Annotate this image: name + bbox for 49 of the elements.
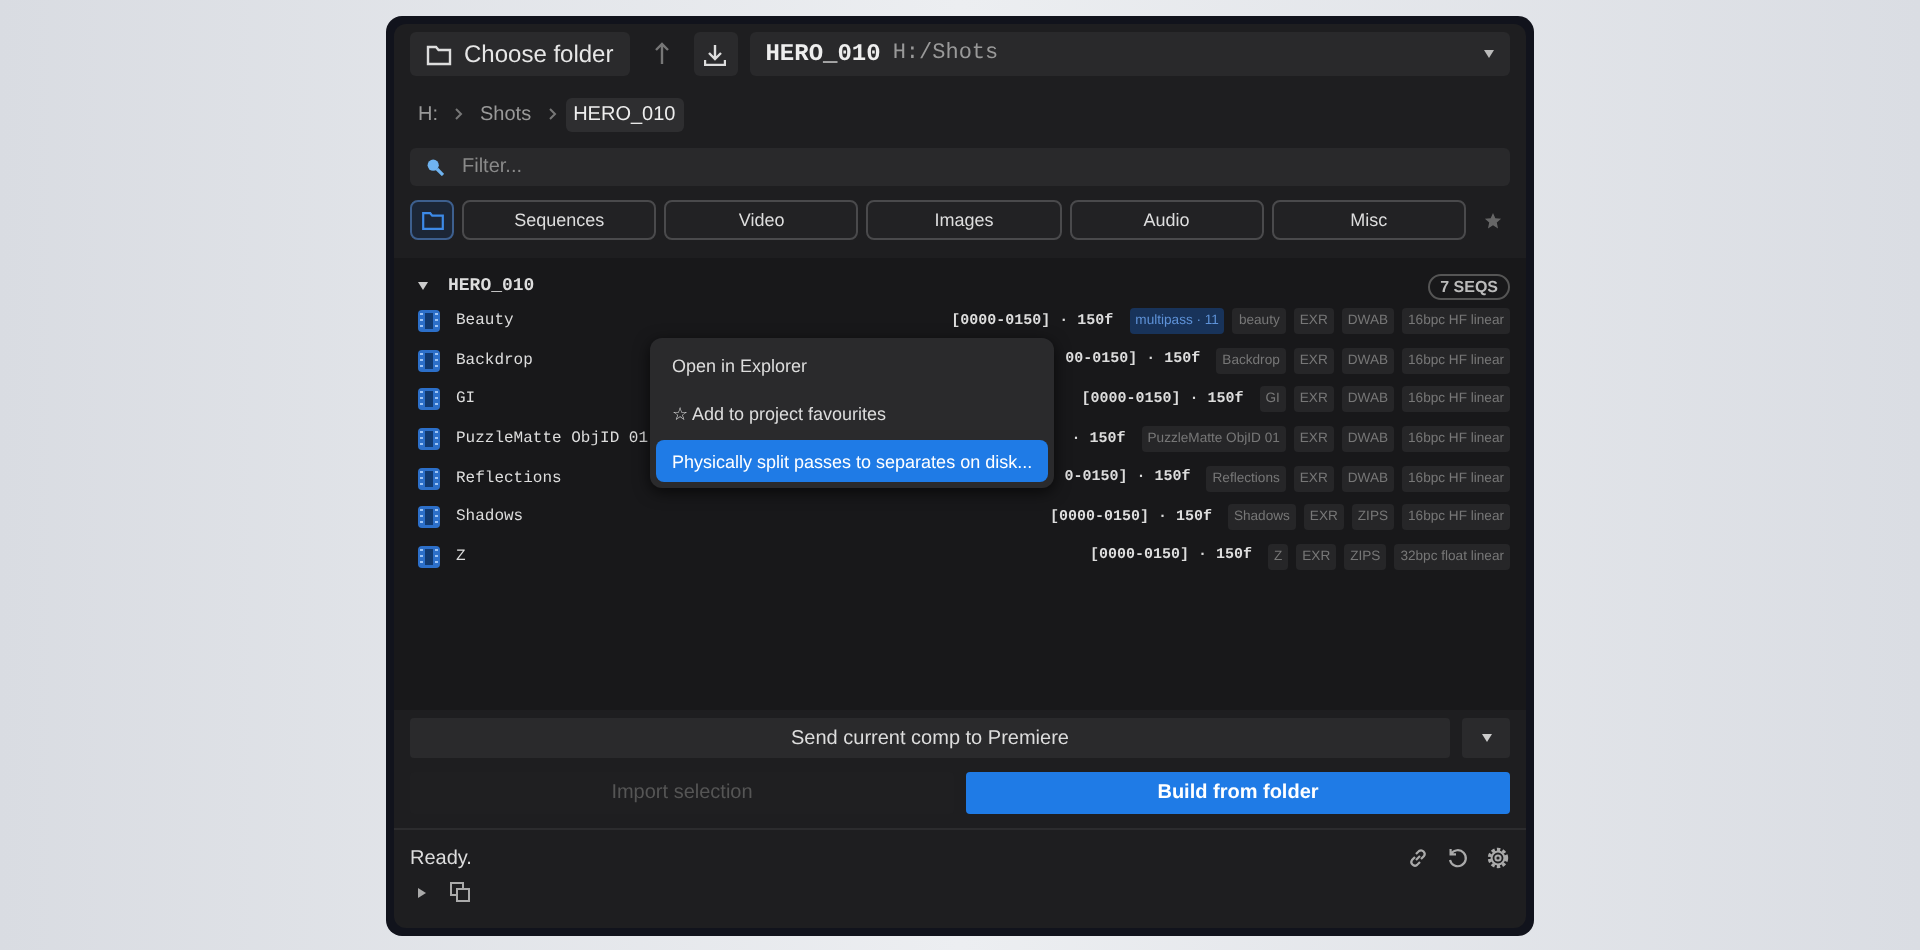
choose-folder-button[interactable]: Choose folder [410, 32, 630, 76]
folder-filter-button[interactable] [410, 200, 454, 240]
filter-field[interactable]: Filter... [410, 148, 1510, 186]
sequence-name[interactable]: GI [456, 390, 476, 409]
film-icon [418, 428, 440, 451]
breadcrumb-item[interactable]: HERO_010 [565, 97, 684, 131]
link-icon[interactable] [1406, 846, 1430, 870]
breadcrumb-item[interactable]: H: [410, 97, 446, 131]
search-icon [426, 158, 444, 176]
path-dropdown[interactable]: HERO_010 H:/Shots [749, 32, 1510, 76]
chevron-icon [547, 108, 558, 120]
sequence-name[interactable]: Shadows [456, 508, 524, 527]
sequence-count: 7 SEQS [1428, 273, 1510, 299]
sequence-name[interactable]: Z [456, 547, 466, 566]
menu-item[interactable]: Physically split passes to separates on disk... [656, 440, 1049, 482]
film-icon [418, 388, 440, 411]
breadcrumb-item[interactable]: Shots [472, 97, 540, 131]
caret-icon [1481, 734, 1491, 742]
film-icon [418, 545, 440, 568]
sequence-name[interactable]: Backdrop [456, 351, 533, 370]
build-from-folder-button[interactable]: Build from folder [966, 772, 1510, 814]
group-name: HERO_010 [448, 276, 535, 296]
status-text: Ready. [410, 847, 472, 869]
film-icon [418, 506, 440, 529]
filter-button[interactable]: Images [866, 200, 1062, 240]
caret-icon [1484, 50, 1494, 58]
sequence-name[interactable]: PuzzleMatte ObjID 01 [456, 430, 649, 449]
filter-button[interactable]: Misc [1271, 200, 1467, 240]
expand-icon[interactable] [418, 282, 428, 290]
folder-icon [421, 211, 443, 229]
filter-button[interactable]: Video [664, 200, 859, 240]
folder-icon [426, 43, 452, 65]
film-icon [418, 310, 440, 333]
sequence-name[interactable]: Beauty [456, 312, 514, 331]
refresh-icon[interactable] [1446, 846, 1470, 870]
dropdown-button[interactable] [1462, 718, 1510, 758]
filter-button[interactable]: Sequences [462, 200, 657, 240]
menu-item[interactable]: ☆ Add to project favourites [656, 392, 1049, 434]
menu-item[interactable]: Open in Explorer [656, 344, 1049, 386]
film-icon [418, 349, 440, 372]
chevron-icon [454, 108, 464, 120]
filter-button[interactable]: Audio [1069, 200, 1264, 240]
download-icon[interactable] [693, 32, 738, 76]
sequence-name[interactable]: Reflections [456, 469, 562, 488]
settings-icon[interactable] [1486, 846, 1510, 870]
play-icon[interactable] [418, 887, 426, 897]
film-icon [418, 467, 440, 490]
send-to-premiere-button[interactable]: Send current comp to Premiere [410, 718, 1450, 758]
copy-icon[interactable] [450, 882, 470, 902]
